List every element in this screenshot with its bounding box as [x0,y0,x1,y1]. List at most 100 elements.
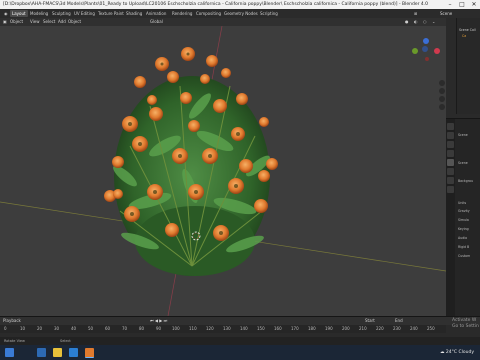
tick-label: 180 [308,326,316,331]
tab-compositing[interactable]: Compositing [194,10,223,17]
tick-label: 10 [20,326,26,331]
tool-tab-icon[interactable] [447,123,454,130]
edge-icon[interactable] [69,348,78,357]
tab-scripting[interactable]: Scripting [258,10,280,17]
tick-label: 30 [54,326,60,331]
close-icon[interactable]: ✕ [468,0,480,9]
tick-label: 40 [71,326,77,331]
tick-label: 120 [206,326,214,331]
tick-label: 240 [410,326,418,331]
shading-rendered-icon[interactable]: ○ [423,18,427,26]
menu-view[interactable]: View [30,18,40,26]
tick-label: 190 [325,326,333,331]
grid-ortho-icon[interactable] [439,104,445,110]
tab-texture-paint[interactable]: Texture Paint [96,10,126,17]
tab-shading[interactable]: Shading [124,10,144,17]
orientation-dropdown[interactable]: Global [150,18,163,26]
tick-label: 130 [223,326,231,331]
properties-editor[interactable]: Scene Scene Backgrou Units Gravity Simul… [446,118,480,317]
tick-label: 80 [139,326,145,331]
props-section-scene[interactable]: Scene [458,161,468,166]
tick-label: 110 [189,326,197,331]
weather-text: Cloudy [458,350,474,355]
tab-rendering[interactable]: Rendering [170,10,194,17]
outliner-item[interactable]: Ca [462,34,466,38]
tick-label: 100 [172,326,180,331]
collection-tab-icon[interactable] [447,177,454,184]
window-title: [D:\Dropbox\AHA-FMACS\3d Models\Plants\0… [3,2,429,7]
play-controls[interactable]: ⏮ ◀ ▶ ⏭ [150,317,167,325]
props-section-audio[interactable]: Audio [458,236,467,241]
properties-tabs [446,119,455,317]
menu-add[interactable]: Add [58,18,66,26]
tab-sculpting[interactable]: Sculpting [50,10,73,17]
props-section-rigid-body[interactable]: Rigid B [458,245,469,250]
minimize-icon[interactable]: – [444,0,456,9]
render-tab-icon[interactable] [447,132,454,139]
tick-label: 160 [274,326,282,331]
props-background-field[interactable]: Backgrou [458,179,473,184]
workspace-tabs: ◉ Layout Modeling Sculpting UV Editing T… [0,9,480,18]
shading-solid-icon[interactable]: ● [405,18,409,26]
file-explorer-icon[interactable] [53,348,62,357]
tab-geometry-nodes[interactable]: Geometry Nodes [222,10,260,17]
tick-label: 60 [105,326,111,331]
tab-uv-editing[interactable]: UV Editing [72,10,97,17]
tick-label: 20 [37,326,43,331]
viewport-canvas[interactable] [0,26,446,316]
activate-line-2: Go to Settin [452,324,479,329]
output-tab-icon[interactable] [447,141,454,148]
poppy-plant-model[interactable] [104,47,278,276]
outliner[interactable]: Scene Coll Ca [456,18,480,114]
tick-label: 140 [240,326,248,331]
timeline-ruler[interactable]: 0 10 20 30 40 50 60 70 80 90 100 110 120… [0,325,446,333]
tick-label: 70 [122,326,128,331]
shading-material-icon[interactable]: ◐ [414,18,418,26]
right-panel: Scene Coll Ca Scene Scene Backgrou Units… [446,18,480,317]
tick-label: 150 [257,326,265,331]
tab-animation[interactable]: Animation [144,10,168,17]
tick-label: 250 [427,326,435,331]
props-section-keying[interactable]: Keying [458,227,469,232]
props-section-gravity[interactable]: Gravity [458,209,470,214]
props-section-simulation[interactable]: Simula [458,218,469,223]
props-section-custom[interactable]: Custom [458,254,470,259]
frame-start-label: Start [365,318,375,323]
world-tab-icon[interactable] [447,168,454,175]
menu-select[interactable]: Select [43,18,55,26]
editor-type-icon[interactable]: ▣ [3,18,7,26]
props-section-units[interactable]: Units [458,201,466,206]
app-icon[interactable] [37,348,46,357]
tab-layout[interactable]: Layout [10,10,28,17]
tick-label: 170 [291,326,299,331]
pan-hand-icon[interactable] [439,88,445,94]
tick-label: 220 [376,326,384,331]
overlay-icon[interactable]: ⌄ [432,18,435,26]
scene-name[interactable]: Scene [440,9,452,18]
timeline[interactable]: Playback ⏮ ◀ ▶ ⏭ Start End 0 10 20 30 40… [0,316,480,346]
mode-dropdown[interactable]: Object [10,18,23,26]
temperature: 24°C [445,350,458,355]
tick-label: 90 [156,326,162,331]
timeline-menu-playback[interactable]: Playback [3,317,21,325]
camera-view-icon[interactable] [439,96,445,102]
frame-end-label: End [395,318,403,323]
tick-label: 50 [88,326,94,331]
tab-modeling[interactable]: Modeling [28,10,50,17]
navigation-gizmo[interactable] [410,38,442,74]
blender-taskbar-icon[interactable] [85,348,94,358]
menu-object[interactable]: Object [68,18,81,26]
3d-viewport[interactable] [0,26,446,316]
texture-tab-icon[interactable] [447,186,454,193]
scene-icon[interactable]: ⊞ [414,9,417,18]
weather-widget[interactable]: ☁ 24°C Cloudy [440,345,474,360]
view-layer-tab-icon[interactable] [447,150,454,157]
start-icon[interactable] [5,348,14,357]
maximize-icon[interactable]: □ [456,0,468,9]
outliner-item[interactable]: Scene Coll [459,28,476,32]
zoom-icon[interactable] [439,80,445,86]
tick-label: 210 [359,326,367,331]
timeline-header: Playback ⏮ ◀ ▶ ⏭ Start End [0,317,480,325]
scene-tab-icon[interactable] [447,159,454,166]
activate-windows-watermark: Activate W Go to Settin [452,318,479,330]
